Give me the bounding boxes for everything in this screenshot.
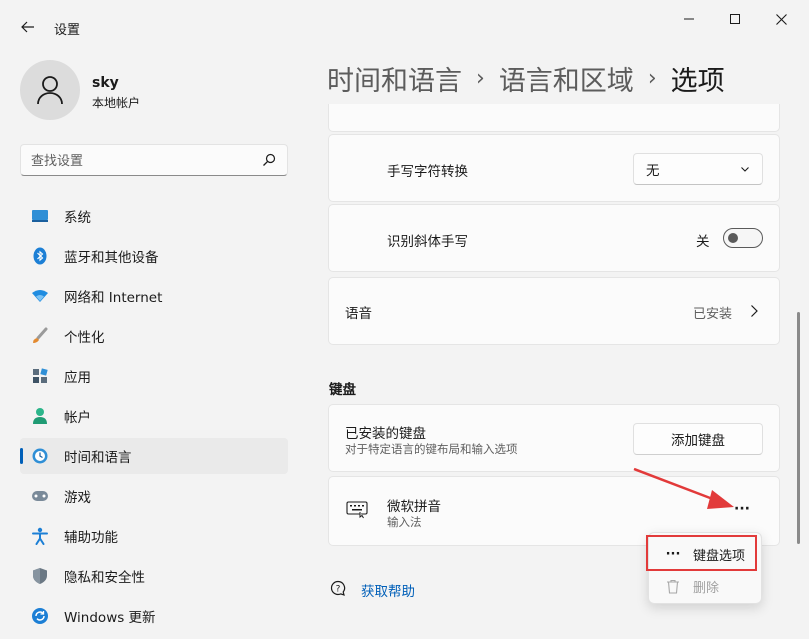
italic-handwriting-toggle[interactable] bbox=[723, 228, 763, 248]
page-title: 选项 bbox=[670, 65, 725, 97]
chevron-right-icon bbox=[751, 305, 758, 317]
sidebar-item-label: 隐私和安全性 bbox=[64, 570, 145, 586]
maximize-icon bbox=[730, 14, 740, 24]
minimize-icon bbox=[684, 18, 694, 20]
account-icon bbox=[31, 407, 49, 425]
installed-keyboards-title: 已安装的键盘 bbox=[345, 426, 426, 442]
active-indicator bbox=[20, 448, 23, 464]
handwriting-convert-label: 手写字符转换 bbox=[387, 164, 468, 180]
window-title: 设置 bbox=[54, 23, 81, 38]
sidebar-item-apps[interactable]: 应用 bbox=[20, 358, 288, 394]
help-icon: ? bbox=[330, 580, 346, 596]
user-icon bbox=[37, 76, 63, 105]
sidebar-item-windows-update[interactable]: Windows 更新 bbox=[20, 598, 288, 634]
sidebar-item-label: Windows 更新 bbox=[64, 610, 156, 626]
get-help-link[interactable]: 获取帮助 bbox=[361, 580, 415, 600]
network-icon bbox=[31, 287, 49, 305]
sidebar-item-network[interactable]: 网络和 Internet bbox=[20, 278, 288, 314]
breadcrumb: 时间和语言 › 语言和区域 › 选项 bbox=[327, 58, 725, 98]
search-icon[interactable] bbox=[261, 152, 277, 168]
speech-label: 语音 bbox=[345, 306, 372, 322]
shield-icon bbox=[31, 567, 49, 585]
sidebar-item-label: 游戏 bbox=[64, 490, 91, 506]
sidebar-item-label: 帐户 bbox=[64, 410, 91, 426]
back-arrow-icon bbox=[21, 21, 34, 33]
svg-text:?: ? bbox=[336, 585, 341, 595]
user-name: sky bbox=[92, 75, 119, 91]
avatar[interactable] bbox=[20, 60, 80, 120]
handwriting-convert-dropdown[interactable]: 无 bbox=[633, 153, 763, 185]
chevron-right-icon: › bbox=[476, 65, 485, 91]
time-language-icon bbox=[31, 447, 49, 465]
chevron-right-icon: › bbox=[647, 65, 657, 91]
sidebar-item-label: 辅助功能 bbox=[64, 530, 118, 546]
keyboard-item-name: 微软拼音 bbox=[387, 499, 441, 515]
breadcrumb-item[interactable]: 语言和区域 bbox=[499, 59, 634, 98]
system-icon bbox=[31, 207, 49, 225]
search-box[interactable] bbox=[20, 144, 288, 176]
dropdown-value: 无 bbox=[646, 163, 660, 179]
keyboard-section-title: 键盘 bbox=[329, 382, 356, 398]
sidebar-item-system[interactable]: 系统 bbox=[20, 198, 288, 234]
sidebar-item-label: 个性化 bbox=[64, 330, 105, 346]
annotation-arrow bbox=[633, 467, 734, 509]
apps-icon bbox=[31, 367, 49, 385]
sidebar-item-label: 蓝牙和其他设备 bbox=[64, 250, 159, 266]
italic-handwriting-label: 识别斜体手写 bbox=[387, 234, 468, 250]
sidebar-item-accounts[interactable]: 帐户 bbox=[20, 398, 288, 434]
account-type: 本地帐户 bbox=[92, 96, 141, 110]
speech-status: 已安装 bbox=[693, 307, 733, 322]
sidebar-item-label: 网络和 Internet bbox=[64, 290, 163, 306]
back-button[interactable] bbox=[14, 14, 42, 40]
installed-keyboards-desc: 对于特定语言的键布局和输入选项 bbox=[345, 442, 518, 456]
search-input[interactable] bbox=[31, 151, 251, 171]
minimize-button[interactable] bbox=[666, 8, 712, 30]
keyboard-icon bbox=[346, 501, 368, 519]
bluetooth-icon bbox=[31, 247, 49, 265]
card-partial bbox=[328, 104, 780, 132]
close-button[interactable] bbox=[758, 8, 804, 30]
chevron-down-icon bbox=[741, 167, 749, 172]
sidebar-item-accessibility[interactable]: 辅助功能 bbox=[20, 518, 288, 554]
brush-icon bbox=[31, 327, 49, 345]
annotation-highlight-box bbox=[646, 535, 757, 571]
maximize-button[interactable] bbox=[712, 8, 758, 30]
keyboard-item-type: 输入法 bbox=[387, 515, 422, 529]
accessibility-icon bbox=[31, 527, 49, 545]
scrollbar-thumb[interactable] bbox=[797, 312, 800, 544]
sidebar-item-personalization[interactable]: 个性化 bbox=[20, 318, 288, 354]
breadcrumb-item[interactable]: 时间和语言 bbox=[327, 59, 462, 98]
toggle-state-label: 关 bbox=[696, 234, 710, 250]
delete-menu-item[interactable]: 删除 bbox=[649, 570, 761, 602]
sidebar-item-label: 应用 bbox=[64, 370, 91, 386]
sidebar-item-label: 时间和语言 bbox=[64, 450, 132, 466]
sidebar-item-time-language[interactable]: 时间和语言 bbox=[20, 438, 288, 474]
sidebar-item-bluetooth[interactable]: 蓝牙和其他设备 bbox=[20, 238, 288, 274]
add-keyboard-button[interactable]: 添加键盘 bbox=[633, 423, 763, 455]
sidebar-item-label: 系统 bbox=[64, 210, 91, 226]
sidebar-item-privacy[interactable]: 隐私和安全性 bbox=[20, 558, 288, 594]
close-icon bbox=[775, 13, 787, 25]
toggle-knob bbox=[728, 233, 738, 243]
trash-icon bbox=[665, 579, 681, 594]
update-icon bbox=[31, 607, 49, 625]
sidebar-item-gaming[interactable]: 游戏 bbox=[20, 478, 288, 514]
menu-item-label: 删除 bbox=[693, 580, 720, 596]
gamepad-icon bbox=[31, 487, 49, 505]
